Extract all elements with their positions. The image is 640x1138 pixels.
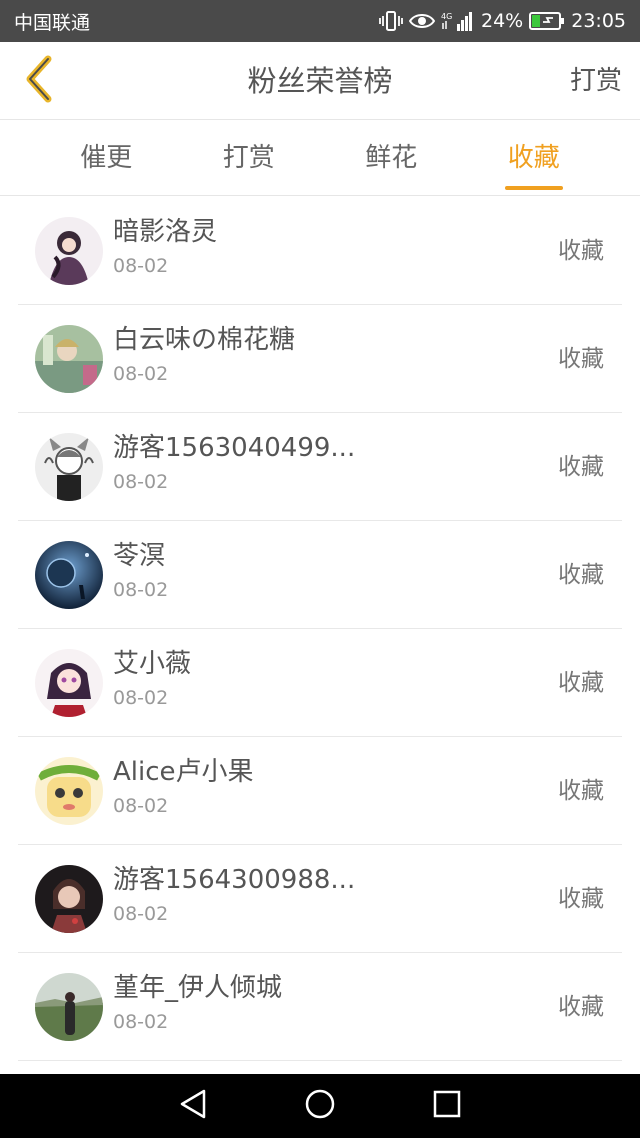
- fan-tag: 收藏: [558, 238, 604, 264]
- fan-tag: 收藏: [558, 346, 604, 372]
- nav-recents-button[interactable]: [427, 1086, 467, 1126]
- fan-name: Alice卢小果: [113, 757, 254, 787]
- header: 粉丝荣誉榜 打赏: [0, 42, 640, 120]
- list-item[interactable]: 苓溟 08-02 收藏: [18, 521, 622, 629]
- list-item[interactable]: 游客1563040499... 08-02 收藏: [18, 413, 622, 521]
- tab-collect[interactable]: 收藏: [463, 121, 606, 195]
- fan-date: 08-02: [113, 1011, 169, 1033]
- battery-percent: 24%: [481, 10, 524, 32]
- network-type: 4G: [441, 12, 452, 21]
- fan-name: 游客1564300988...: [113, 865, 356, 895]
- nav-home-button[interactable]: [300, 1086, 340, 1126]
- fan-name: 白云味の棉花糖: [113, 325, 296, 355]
- nav-back-triangle-icon: [178, 1088, 208, 1124]
- nav-home-circle-icon: [304, 1088, 336, 1124]
- fan-tag: 收藏: [558, 994, 604, 1020]
- vibrate-icon: [379, 10, 403, 32]
- page-title: 粉丝荣誉榜: [247, 64, 393, 98]
- fan-list: 暗影洛灵 08-02 收藏 白云味の棉花糖 08-02 收藏 游客1563040…: [0, 197, 640, 1061]
- avatar: [35, 757, 103, 825]
- fan-name: 暗影洛灵: [113, 217, 218, 247]
- status-icons: 4G 24% 23:05: [379, 10, 626, 32]
- fan-name: 苓溟: [113, 541, 166, 571]
- fan-name: 游客1563040499...: [113, 433, 356, 463]
- avatar: [35, 865, 103, 933]
- fan-tag: 收藏: [558, 670, 604, 696]
- list-item[interactable]: 游客1564300988... 08-02 收藏: [18, 845, 622, 953]
- system-nav-bar: [0, 1074, 640, 1138]
- fan-date: 08-02: [113, 471, 169, 493]
- fan-date: 08-02: [113, 903, 169, 925]
- battery-icon: [529, 11, 565, 31]
- fan-name: 堇年_伊人倾城: [113, 973, 283, 1003]
- fan-tag: 收藏: [558, 886, 604, 912]
- list-item[interactable]: Alice卢小果 08-02 收藏: [18, 737, 622, 845]
- fan-date: 08-02: [113, 579, 169, 601]
- fan-date: 08-02: [113, 363, 169, 385]
- carrier-name: 中国联通: [14, 11, 91, 34]
- fan-date: 08-02: [113, 687, 169, 709]
- avatar: [35, 325, 103, 393]
- fan-tag: 收藏: [558, 778, 604, 804]
- list-item[interactable]: 白云味の棉花糖 08-02 收藏: [18, 305, 622, 413]
- avatar: [35, 649, 103, 717]
- fan-date: 08-02: [113, 255, 169, 277]
- tab-flowers[interactable]: 鲜花: [320, 121, 463, 195]
- clock: 23:05: [571, 10, 626, 32]
- signal-icon: 4G: [441, 10, 475, 32]
- list-item[interactable]: 暗影洛灵 08-02 收藏: [18, 197, 622, 305]
- tab-bar: 催更 打赏 鲜花 收藏: [0, 121, 640, 196]
- avatar: [35, 217, 103, 285]
- status-bar: 中国联通 4G 24% 23:05: [0, 0, 640, 42]
- avatar: [35, 973, 103, 1041]
- fan-name: 艾小薇: [113, 649, 192, 679]
- nav-recents-square-icon: [433, 1090, 461, 1122]
- fan-date: 08-02: [113, 795, 169, 817]
- tab-reward[interactable]: 打赏: [178, 121, 321, 195]
- fan-tag: 收藏: [558, 562, 604, 588]
- tab-urge[interactable]: 催更: [35, 121, 178, 195]
- fan-tag: 收藏: [558, 454, 604, 480]
- nav-back-button[interactable]: [173, 1086, 213, 1126]
- reward-button[interactable]: 打赏: [570, 42, 622, 120]
- eye-icon: [409, 12, 435, 30]
- list-item[interactable]: 艾小薇 08-02 收藏: [18, 629, 622, 737]
- avatar: [35, 541, 103, 609]
- list-item[interactable]: 堇年_伊人倾城 08-02 收藏: [18, 953, 622, 1061]
- avatar: [35, 433, 103, 501]
